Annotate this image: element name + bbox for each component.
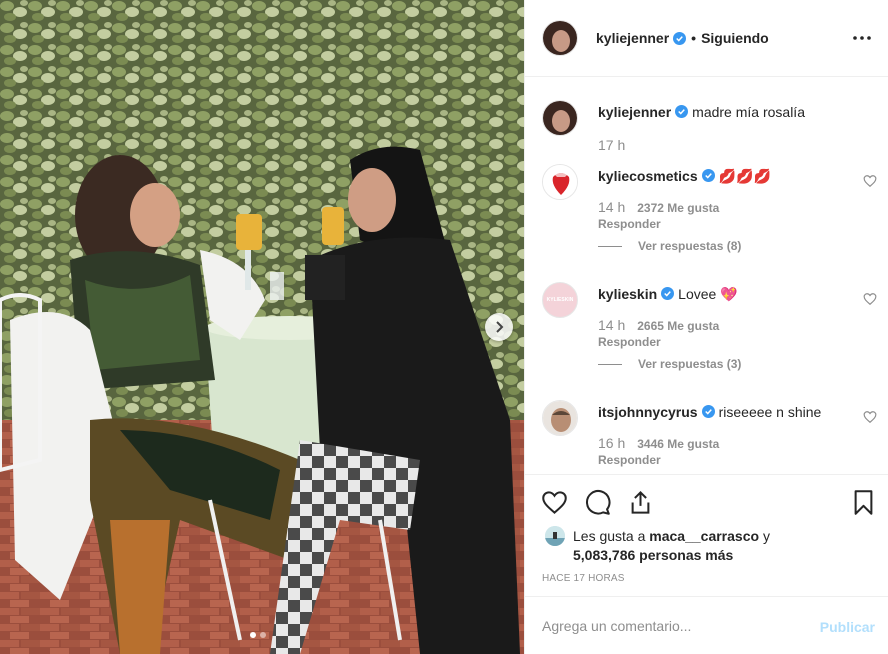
carousel-next-button[interactable] <box>485 313 513 341</box>
post-details-panel: kyliejenner • Siguiendo kyliejenner madr… <box>524 0 888 654</box>
more-horizontal-icon <box>853 36 871 40</box>
comment-text: Lovee 💖 <box>678 286 738 302</box>
carousel-dot <box>260 632 266 638</box>
reply-button[interactable]: Responder <box>598 453 853 467</box>
avatar[interactable]: KYLIESKIN <box>542 282 578 318</box>
comment-time[interactable]: 14 h <box>598 317 625 333</box>
view-replies-button[interactable]: Ver respuestas (3) <box>598 357 853 371</box>
verified-badge-icon <box>661 287 675 300</box>
comment-text: madre mía rosalía <box>692 104 805 120</box>
avatar[interactable] <box>542 100 578 136</box>
heart-icon[interactable] <box>541 489 568 516</box>
like-comment-heart-icon[interactable] <box>863 174 877 188</box>
kylie-cosmetics-logo-icon <box>543 165 577 199</box>
comment-username[interactable]: kylieskin <box>598 286 657 302</box>
post-actions: Les gusta a maca__carrasco y 5,083,786 p… <box>525 474 888 596</box>
verified-badge-icon <box>675 105 689 118</box>
comment-icon[interactable] <box>584 489 611 516</box>
post-photo[interactable] <box>0 0 524 654</box>
likes-summary: Les gusta a maca__carrasco y 5,083,786 p… <box>545 526 770 565</box>
photo-illustration <box>0 0 524 654</box>
verified-badge-icon <box>701 405 715 418</box>
comment-time[interactable]: 16 h <box>598 435 625 451</box>
publish-button[interactable]: Publicar <box>820 619 875 635</box>
share-icon[interactable] <box>627 489 654 516</box>
comment-username[interactable]: kyliecosmetics <box>598 168 698 184</box>
view-replies-button[interactable]: Ver respuestas (8) <box>598 239 853 253</box>
user-avatar-image <box>543 401 577 435</box>
comments-list[interactable]: kyliejenner madre mía rosalía 17 h kylie… <box>525 78 888 473</box>
avatar[interactable] <box>542 400 578 436</box>
user-avatar-image <box>543 21 577 55</box>
verified-badge-icon <box>673 31 687 45</box>
comment-likes[interactable]: 2372 Me gusta <box>637 201 719 215</box>
comment-time[interactable]: 17 h <box>598 137 625 153</box>
carousel-dot-active <box>250 632 256 638</box>
comment-text: riseeeee n shine <box>718 404 822 420</box>
verified-badge-icon <box>701 169 715 182</box>
divider <box>598 363 622 365</box>
likes-conjunction: y <box>762 528 770 544</box>
post-header: kyliejenner • Siguiendo <box>525 0 888 77</box>
carousel-indicator <box>250 632 266 638</box>
header-username[interactable]: kyliejenner <box>596 30 669 46</box>
reply-button[interactable]: Responder <box>598 335 853 349</box>
comment-likes[interactable]: 3446 Me gusta <box>637 437 719 451</box>
instagram-post: kyliejenner • Siguiendo kyliejenner madr… <box>0 0 888 654</box>
follow-status-button[interactable]: Siguiendo <box>701 30 769 46</box>
comment-time[interactable]: 14 h <box>598 199 625 215</box>
chevron-right-icon <box>496 321 504 333</box>
view-replies-label: Ver respuestas (3) <box>638 357 742 371</box>
user-avatar-image <box>543 101 577 135</box>
comment-likes[interactable]: 2665 Me gusta <box>637 319 719 333</box>
add-comment-bar: Publicar <box>525 596 888 654</box>
comment-text: 💋💋💋 <box>718 168 771 184</box>
liker-avatar-image <box>545 526 565 546</box>
post-time-ago[interactable]: HACE 17 HORAS <box>542 573 625 584</box>
view-replies-label: Ver respuestas (8) <box>638 239 742 253</box>
likes-prefix: Les gusta a <box>573 528 646 544</box>
divider <box>598 245 622 247</box>
more-options-button[interactable] <box>850 26 874 50</box>
kylieskin-logo-text: KYLIESKIN <box>546 297 574 303</box>
reply-button[interactable]: Responder <box>598 217 853 231</box>
liker-username[interactable]: maca__carrasco <box>649 528 759 544</box>
avatar[interactable] <box>542 20 578 56</box>
avatar[interactable] <box>542 164 578 200</box>
header-separator: • <box>691 30 697 46</box>
liker-avatar[interactable] <box>545 526 565 546</box>
like-comment-heart-icon[interactable] <box>863 292 877 306</box>
comment-input[interactable] <box>542 617 802 634</box>
comment-username[interactable]: itsjohnnycyrus <box>598 404 698 420</box>
likes-count[interactable]: 5,083,786 personas más <box>573 546 770 565</box>
comment-username[interactable]: kyliejenner <box>598 104 671 120</box>
bookmark-icon[interactable] <box>850 489 877 516</box>
like-comment-heart-icon[interactable] <box>863 410 877 424</box>
